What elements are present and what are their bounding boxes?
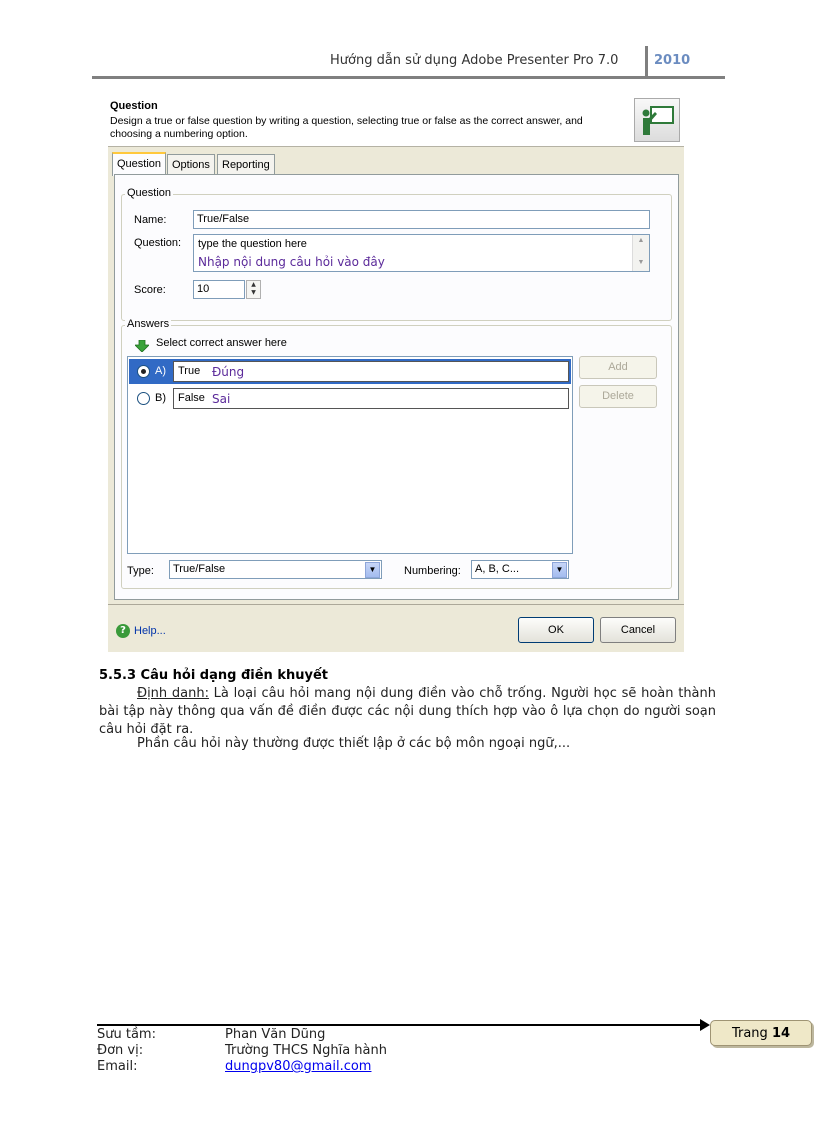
cancel-button[interactable]: Cancel [600,617,676,643]
stepper-down-icon: ▼ [251,289,256,296]
dialog-banner: Question Design a true or false question… [108,94,684,147]
definition-paragraph: Định danh: Là loại câu hỏi mang nội dung… [99,685,716,739]
answer-row-b[interactable]: B) False Sai [129,386,571,411]
header-year: 2010 [654,53,691,68]
question-scrollbar[interactable]: ▲ ▼ [632,235,649,271]
answer-b-note: Sai [212,392,231,406]
tab-question[interactable]: Question [112,152,167,176]
scroll-down-icon: ▼ [637,259,645,266]
question-note: Nhập nội dung câu hỏi vào đây [198,255,385,269]
type-dropdown-icon[interactable]: ▼ [365,562,380,578]
question-text: type the question here [198,238,307,250]
tab-options[interactable]: Options [167,154,215,175]
answers-list: A) True Đúng B) False Sai [127,356,573,554]
scroll-up-icon: ▲ [637,237,645,244]
usage-paragraph: Phần câu hỏi này thường được thiết lập ở… [137,736,571,751]
answer-b-input[interactable]: False Sai [173,388,569,409]
help-icon[interactable]: ? [116,624,130,638]
email-label: Email: [97,1059,138,1074]
collector-label: Sưu tầm: [97,1027,156,1042]
header-rule [92,76,725,79]
unit-value: Trường THCS Nghĩa hành [225,1043,387,1058]
presenter-icon [634,98,680,142]
answer-a-value: True [178,365,201,377]
score-input[interactable]: 10 [193,280,245,299]
answer-row-a[interactable]: A) True Đúng [129,359,571,384]
dialog-separator [108,604,684,605]
score-stepper[interactable]: ▲ ▼ [246,280,261,299]
answer-b-radio[interactable] [137,392,150,405]
page-number-badge: Trang 14 [710,1020,812,1046]
name-label: Name: [134,214,167,226]
footer-rule [97,1024,703,1026]
ok-button[interactable]: OK [518,617,594,643]
collector-value: Phan Văn Dũng [225,1027,326,1042]
answers-group-label: Answers [125,318,172,330]
tab-reporting[interactable]: Reporting [217,154,275,175]
green-arrow-down-icon [134,337,150,353]
numbering-label: Numbering: [404,565,461,577]
answer-b-letter: B) [155,392,166,404]
section-title: 5.5.3 Câu hỏi dạng điền khuyết [99,668,328,683]
header-title: Hướng dẫn sử dụng Adobe Presenter Pro 7.… [330,53,619,68]
score-label: Score: [134,284,166,296]
answers-hint: Select correct answer here [156,337,287,349]
unit-label: Đơn vị: [97,1043,144,1058]
numbering-dropdown-icon[interactable]: ▼ [552,562,567,578]
delete-button[interactable]: Delete [579,385,657,408]
definition-label: Định danh: [137,686,209,701]
tab-panel: Question Name: True/False Question: type… [114,174,679,600]
type-label: Type: [127,565,154,577]
question-label: Question: [134,237,182,249]
stepper-up-icon: ▲ [251,281,256,288]
type-select[interactable]: True/False ▼ [169,560,382,579]
question-dialog: Question Design a true or false question… [108,94,684,652]
answer-a-letter: A) [155,365,166,377]
type-value: True/False [173,563,226,575]
answer-a-radio[interactable] [137,365,150,378]
page-number: 14 [771,1026,791,1041]
radio-selected-dot [141,369,146,374]
question-group-label: Question [125,187,174,199]
dialog-description: Design a true or false question by writi… [110,115,583,140]
email-link[interactable]: dungpv80@gmail.com [225,1059,371,1074]
page-label: Trang [731,1026,768,1041]
footer-arrow-icon [700,1019,710,1031]
name-input[interactable]: True/False [193,210,650,229]
answer-b-value: False [178,392,205,404]
numbering-select[interactable]: A, B, C... ▼ [471,560,569,579]
answer-a-note: Đúng [212,365,245,379]
help-link[interactable]: Help... [134,625,166,637]
header-separator [645,46,648,78]
question-textarea[interactable]: type the question here Nhập nội dung câu… [193,234,650,272]
dialog-title: Question [110,100,158,112]
add-button[interactable]: Add [579,356,657,379]
numbering-value: A, B, C... [475,563,520,575]
answer-a-input[interactable]: True Đúng [173,361,569,382]
